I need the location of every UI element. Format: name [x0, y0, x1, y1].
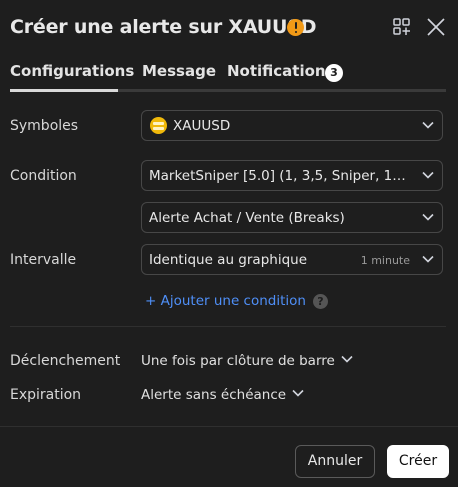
section-divider	[10, 326, 446, 327]
interval-hint: 1 minute	[360, 254, 410, 267]
footer-divider	[0, 426, 458, 427]
tab-notifications[interactable]: Notifications	[227, 62, 335, 80]
trigger-value: Une fois par clôture de barre	[141, 353, 335, 369]
symbol-select[interactable]: XAUUSD	[141, 110, 443, 141]
chevron-down-icon	[422, 171, 434, 179]
interval-select[interactable]: Identique au graphique 1 minute	[141, 244, 443, 275]
chevron-down-icon	[422, 121, 434, 129]
dialog-title: Créer une alerte sur XAUUSD	[10, 16, 317, 38]
chevron-down-icon	[422, 213, 434, 221]
add-widget-icon[interactable]	[391, 16, 413, 38]
notifications-count-badge: 3	[325, 64, 343, 82]
tab-active-indicator	[10, 89, 118, 92]
chevron-down-icon	[422, 255, 434, 263]
condition-alert-value: Alerte Achat / Vente (Breaks)	[149, 210, 345, 226]
expiration-dropdown[interactable]: Alerte sans échéance	[141, 387, 304, 403]
warning-icon[interactable]	[287, 19, 304, 36]
expiration-value: Alerte sans échéance	[141, 387, 287, 403]
create-alert-dialog: Créer une alerte sur XAUUSD Configuratio…	[0, 0, 458, 487]
condition-value: MarketSniper [5.0] (1, 3,5, Sniper, 105,…	[149, 168, 414, 184]
condition-label: Condition	[10, 168, 77, 184]
interval-label: Intervalle	[10, 252, 77, 268]
add-condition-link[interactable]: + Ajouter une condition	[145, 293, 306, 309]
symbol-value: XAUUSD	[173, 118, 231, 134]
trigger-label: Déclenchement	[10, 353, 121, 369]
tab-message[interactable]: Message	[142, 62, 216, 80]
tab-bar: Configurations Message Notifications	[0, 62, 458, 92]
gold-symbol-icon	[150, 117, 167, 134]
chevron-down-icon	[341, 355, 353, 363]
tab-configurations[interactable]: Configurations	[10, 62, 134, 80]
create-button[interactable]: Créer	[387, 445, 449, 478]
symbol-label: Symboles	[10, 118, 79, 134]
interval-value: Identique au graphique	[149, 252, 307, 268]
condition-select[interactable]: MarketSniper [5.0] (1, 3,5, Sniper, 105,…	[141, 160, 443, 191]
condition-alert-select[interactable]: Alerte Achat / Vente (Breaks)	[141, 202, 443, 233]
chevron-down-icon	[292, 389, 304, 397]
cancel-button[interactable]: Annuler	[295, 445, 375, 478]
trigger-dropdown[interactable]: Une fois par clôture de barre	[141, 353, 353, 369]
close-icon[interactable]	[425, 16, 447, 38]
expiration-label: Expiration	[10, 387, 82, 403]
help-icon[interactable]: ?	[313, 294, 328, 309]
